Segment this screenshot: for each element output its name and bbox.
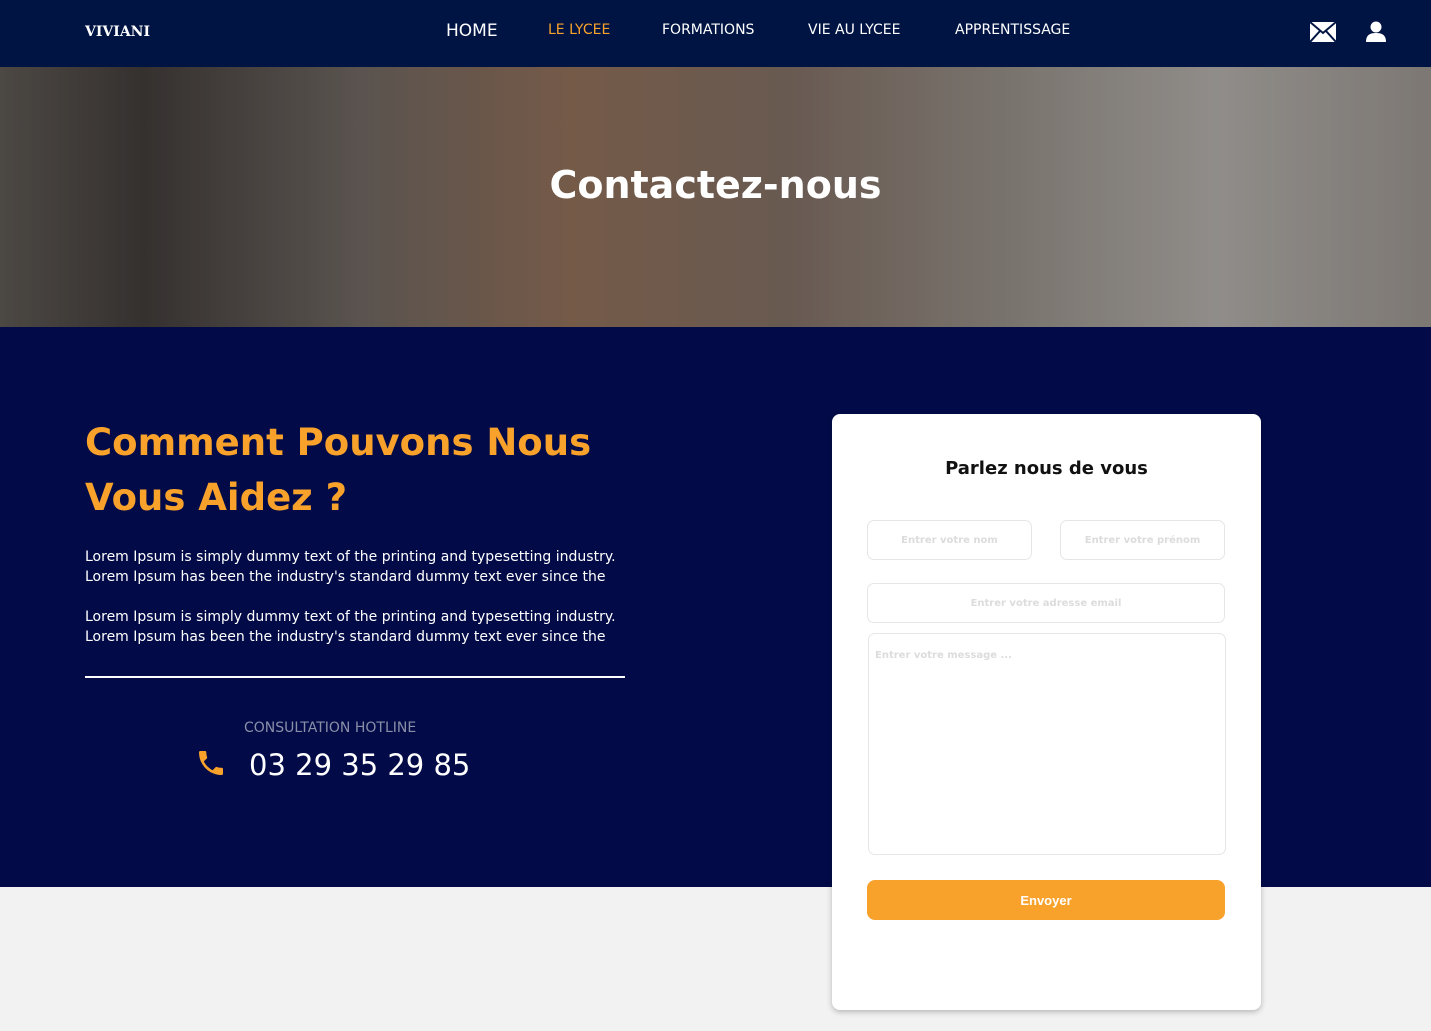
- hero-banner: Contactez-nous: [0, 67, 1431, 327]
- mail-icon[interactable]: [1310, 22, 1336, 42]
- hotline-number[interactable]: 03 29 35 29 85: [249, 748, 470, 782]
- nav-apprentissage[interactable]: APPRENTISSAGE: [955, 22, 1070, 38]
- form-title: Parlez nous de vous: [945, 458, 1148, 479]
- email-input[interactable]: [867, 583, 1225, 623]
- nav-le-lycee[interactable]: LE LYCEE: [548, 22, 610, 38]
- page-title: Contactez-nous: [549, 163, 882, 207]
- logo[interactable]: VIVIANI: [85, 24, 150, 40]
- paragraph: Lorem Ipsum is simply dummy text of the …: [85, 609, 616, 645]
- divider: [85, 676, 625, 678]
- paragraph: Lorem Ipsum is simply dummy text of the …: [85, 549, 616, 585]
- nav-home[interactable]: HOME: [446, 21, 498, 41]
- contact-form: Parlez nous de vous Envoyer: [832, 414, 1261, 1010]
- section-heading: Comment Pouvons Nous Vous Aidez ?: [85, 421, 592, 519]
- message-input[interactable]: [868, 633, 1226, 855]
- user-icon[interactable]: [1366, 21, 1386, 43]
- submit-button[interactable]: Envoyer: [867, 880, 1225, 920]
- name-input[interactable]: [867, 520, 1032, 560]
- hotline-label: CONSULTATION HOTLINE: [244, 720, 417, 736]
- firstname-input[interactable]: [1060, 520, 1225, 560]
- nav-formations[interactable]: FORMATIONS: [662, 22, 754, 38]
- nav-vie-au-lycee[interactable]: VIE AU LYCEE: [808, 22, 900, 38]
- top-nav: VIVIANI HOME LE LYCEE FORMATIONS VIE AU …: [0, 0, 1431, 67]
- phone-icon: [199, 751, 223, 775]
